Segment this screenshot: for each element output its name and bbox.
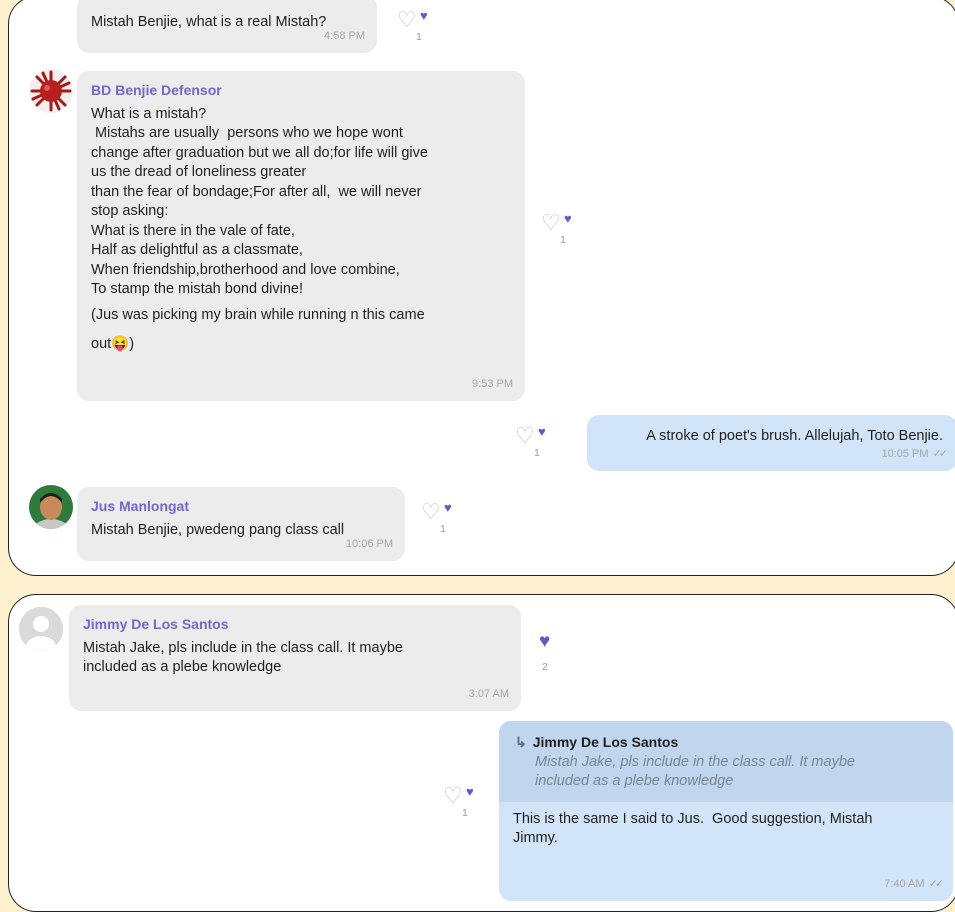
sender-name[interactable]: Jus Manlongat: [91, 497, 391, 517]
heart-outline-icon[interactable]: ♡: [515, 425, 535, 447]
message-line: included as a plebe knowledge: [83, 659, 282, 675]
quoted-line: Mistah Jake, pls include in the class ca…: [535, 753, 855, 770]
heart-filled-icon[interactable]: ♥: [564, 212, 572, 226]
message-time: 3:07 AM: [468, 687, 509, 700]
message-line: us the dread of loneliness greater: [91, 164, 307, 180]
heart-outline-icon[interactable]: ♡: [421, 501, 441, 523]
outgoing-message-bubble[interactable]: A stroke of poet's brush. Allelujah, Tot…: [587, 415, 955, 471]
message-time-text: 7:40 AM: [884, 877, 925, 890]
heart-outline-icon[interactable]: ♡: [541, 212, 561, 234]
message-line: This is the same I said to Jus. Good sug…: [513, 810, 873, 827]
message-text: Mistah Benjie, what is a real Mistah?: [91, 14, 327, 30]
message-line: Mistah Jake, pls include in the class ca…: [83, 639, 403, 656]
virus-avatar-icon: [29, 69, 73, 113]
reaction-count: 1: [534, 447, 540, 459]
message-line: stop asking:: [91, 203, 169, 219]
read-receipt-icon: ✓✓: [932, 447, 949, 460]
quoted-reply[interactable]: ↳ Jimmy De Los Santos Mistah Jake, pls in…: [499, 721, 953, 802]
reply-arrow-icon: ↳: [515, 734, 527, 750]
reaction-count: 2: [542, 661, 548, 673]
reaction-group[interactable]: ♡ ♥ 1: [421, 501, 481, 561]
reaction-count: 1: [462, 807, 468, 819]
quoted-sender-name: Jimmy De Los Santos: [532, 734, 679, 750]
message-bubble[interactable]: Jimmy De Los Santos Mistah Jake, pls inc…: [69, 605, 521, 711]
message-bubble[interactable]: Jus Manlongat Mistah Benjie, pwedeng pan…: [77, 487, 405, 561]
message-line: (Jus was picking my brain while running …: [91, 306, 425, 323]
reaction-count: 1: [416, 31, 422, 43]
message-time: 9:53 PM: [472, 377, 513, 390]
message-time: 10:05 PM ✓✓: [881, 445, 949, 465]
message-line: than the fear of bondage;For after all, …: [91, 183, 422, 200]
message-bubble[interactable]: BD Benjie Defensor What is a mistah? Mis…: [77, 71, 525, 401]
read-receipt-icon: ✓✓: [928, 877, 945, 890]
avatar-jimmy[interactable]: [19, 607, 63, 651]
reaction-group[interactable]: ♡ ♥ 1: [515, 425, 575, 485]
reaction-count: 1: [560, 234, 566, 246]
heart-outline-icon[interactable]: ♡: [397, 9, 417, 31]
chat-panel-2: Jimmy De Los Santos Mistah Jake, pls inc…: [8, 594, 955, 912]
heart-filled-icon[interactable]: ♥: [420, 9, 428, 23]
message-line: To stamp the mistah bond divine!: [91, 281, 303, 297]
reaction-group[interactable]: ♥ 2: [535, 632, 595, 695]
message-line: Half as delightful as a classmate,: [91, 242, 303, 258]
reaction-count: 1: [440, 523, 446, 535]
heart-filled-icon[interactable]: ♥: [466, 785, 474, 799]
message-line: out😝): [91, 336, 135, 352]
reaction-group[interactable]: ♡ ♥ 1: [397, 9, 457, 69]
sender-name[interactable]: BD Benjie Defensor: [91, 81, 511, 101]
message-line: Jimmy.: [513, 830, 558, 846]
message-line: What is there in the vale of fate,: [91, 222, 295, 239]
default-user-icon: [19, 607, 63, 651]
message-bubble[interactable]: Mistah Benjie, what is a real Mistah? 4:…: [77, 0, 377, 53]
message-line: What is a mistah?: [91, 105, 207, 122]
avatar-jus[interactable]: [29, 485, 73, 529]
reaction-group[interactable]: ♡ ♥ 1: [443, 785, 503, 845]
outgoing-message-bubble[interactable]: ↳ Jimmy De Los Santos Mistah Jake, pls in…: [499, 721, 953, 901]
message-line: Mistahs are usually persons who we hope …: [91, 125, 403, 141]
message-time: 10:06 PM: [345, 537, 393, 550]
heart-filled-icon[interactable]: ♥: [538, 425, 546, 439]
sender-name[interactable]: Jimmy De Los Santos: [83, 615, 507, 635]
heart-filled-icon[interactable]: ♥: [539, 632, 550, 651]
message-line: When friendship,brotherhood and love com…: [91, 261, 400, 278]
chat-panel-1: Mistah Benjie, what is a real Mistah? 4:…: [8, 0, 955, 576]
message-time-text: 10:05 PM: [881, 447, 929, 460]
heart-outline-icon[interactable]: ♡: [443, 785, 463, 807]
profile-photo-icon: [29, 485, 73, 529]
quoted-line: included as a plebe knowledge: [535, 773, 734, 789]
heart-filled-icon[interactable]: ♥: [444, 501, 452, 515]
avatar-benjie[interactable]: [29, 69, 73, 113]
message-time: 7:40 AM ✓✓: [884, 875, 945, 895]
message-line: change after graduation but we all do;fo…: [91, 144, 428, 161]
reaction-group[interactable]: ♡ ♥ 1: [541, 212, 601, 272]
message-time: 4:58 PM: [324, 29, 365, 42]
quoted-reply-header: ↳ Jimmy De Los Santos: [515, 733, 939, 753]
